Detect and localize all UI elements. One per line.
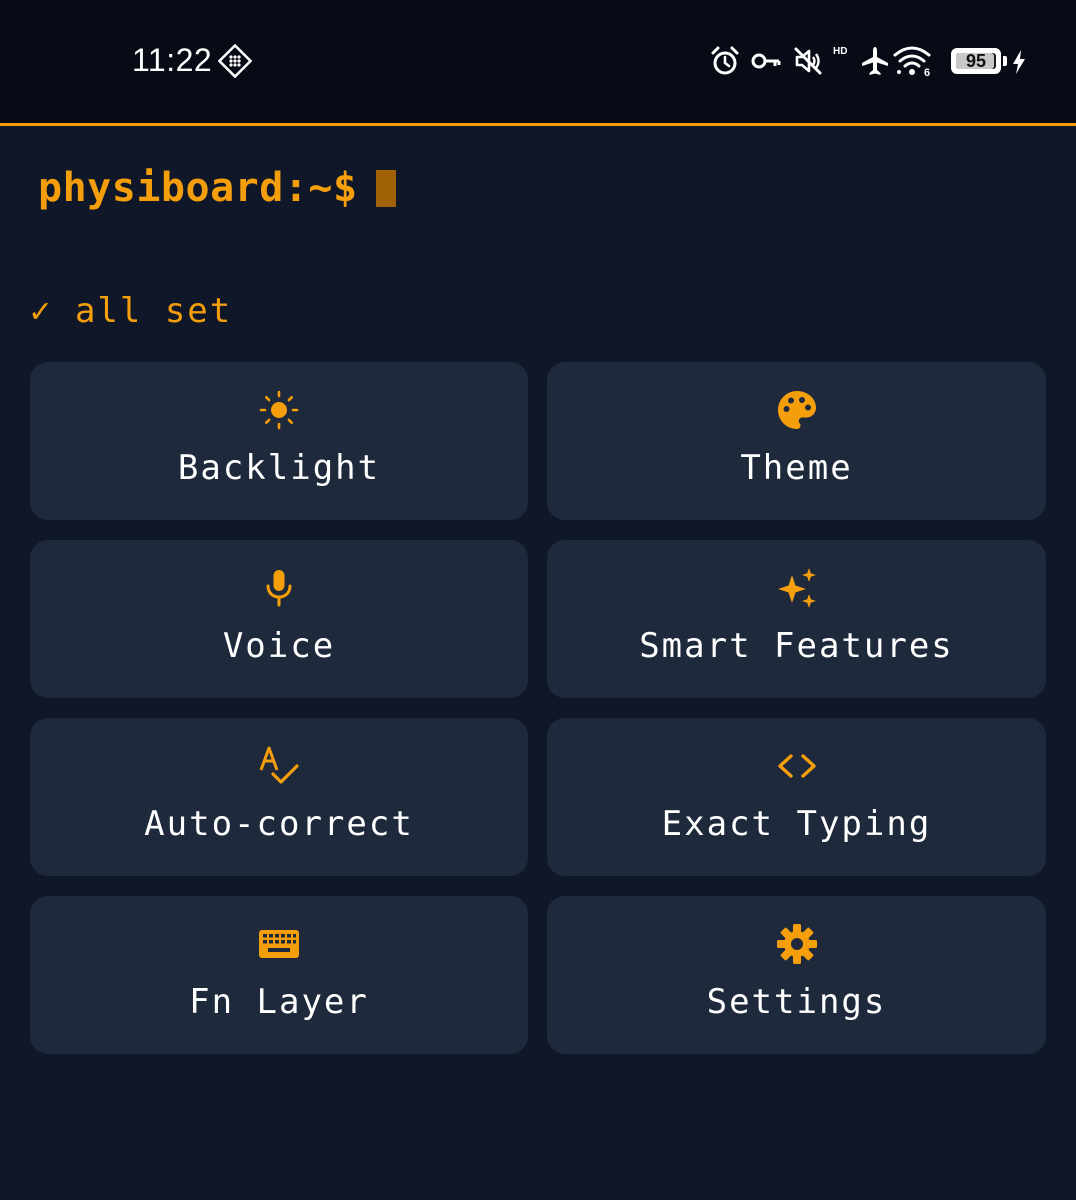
app-notification-icon	[217, 43, 253, 79]
tile-label: Backlight	[177, 448, 381, 488]
smart-features-tile[interactable]: Smart Features	[547, 540, 1046, 698]
battery-icon: 95	[951, 48, 1001, 74]
tile-label: Smart Features	[639, 626, 954, 666]
status-time: 11:22	[132, 42, 213, 78]
status-message: ✓ all set	[30, 291, 233, 331]
tile-label: Auto-correct	[144, 804, 414, 844]
keyboard-icon	[257, 922, 301, 966]
charging-icon	[1012, 49, 1026, 81]
backlight-tile[interactable]: Backlight	[30, 362, 528, 520]
muted-icon	[792, 45, 824, 77]
palette-icon	[775, 388, 819, 432]
tile-label: Exact Typing	[661, 804, 932, 844]
sparkles-icon	[775, 566, 819, 610]
exact-typing-tile[interactable]: Exact Typing	[547, 718, 1046, 876]
theme-tile[interactable]: Theme	[547, 362, 1046, 520]
battery-nub	[1003, 56, 1007, 66]
wifi-generation: 6	[924, 67, 930, 77]
sun-icon	[257, 388, 301, 432]
tile-label: Voice	[222, 626, 336, 666]
airplane-icon	[860, 45, 890, 77]
terminal-prompt: physiboard:~$	[38, 165, 358, 211]
accent-divider	[0, 123, 1076, 126]
status-bar: 11:22 HD 6 95	[0, 0, 1076, 123]
auto-correct-tile[interactable]: Auto-correct	[30, 718, 528, 876]
tile-label: Theme	[740, 448, 853, 488]
voice-tile[interactable]: Voice	[30, 540, 528, 698]
alarm-icon	[709, 45, 741, 77]
spellcheck-icon	[257, 744, 301, 788]
code-brackets-icon	[775, 744, 819, 788]
wifi-icon: 6	[893, 45, 933, 77]
hd-label: HD	[833, 46, 848, 57]
settings-tile[interactable]: Settings	[547, 896, 1046, 1054]
tile-label: Settings	[706, 982, 887, 1022]
terminal-cursor[interactable]	[376, 170, 396, 207]
battery-percent: 95	[965, 51, 987, 71]
tile-label: Fn Layer	[189, 982, 369, 1022]
gear-icon	[775, 922, 819, 966]
vpn-key-icon	[750, 45, 782, 77]
feature-grid: Backlight Theme Voice Smart Features Aut…	[30, 362, 1046, 1054]
microphone-icon	[257, 566, 301, 610]
fn-layer-tile[interactable]: Fn Layer	[30, 896, 528, 1054]
